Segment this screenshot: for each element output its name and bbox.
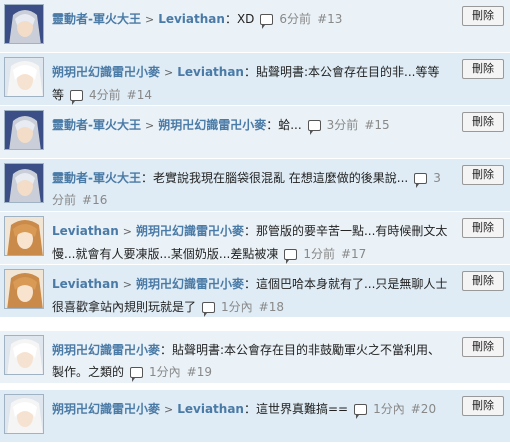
delete-button[interactable]: 刪除 bbox=[462, 271, 504, 291]
recipient-link[interactable]: 朔玥卍幻識雷卍小麥 bbox=[136, 277, 244, 291]
comment-content: Leviathan > 朔玥卍幻識雷卍小麥：那管版的要辛苦一點...有時候刪文太慢.… bbox=[52, 220, 450, 265]
avatar[interactable] bbox=[4, 335, 44, 375]
reply-arrow: > bbox=[122, 225, 132, 238]
comment-content: 朔玥卍幻識雷卍小麥 > Leviathan：這世界真難搞== 1分內 #20 bbox=[52, 398, 450, 421]
delete-button[interactable]: 刪除 bbox=[462, 337, 504, 357]
delete-button[interactable]: 刪除 bbox=[462, 218, 504, 238]
author-link[interactable]: 靈動者-軍火大王 bbox=[52, 118, 141, 132]
avatar-silver-hair-icon bbox=[5, 164, 43, 202]
comment-content: Leviathan > 朔玥卍幻識雷卍小麥：這個巴哈本身就有了...只是無聊人士很喜… bbox=[52, 273, 450, 318]
avatar-white-hair-icon bbox=[5, 336, 43, 374]
avatar[interactable] bbox=[4, 163, 44, 203]
reply-arrow: > bbox=[164, 403, 174, 416]
delete-button[interactable]: 刪除 bbox=[462, 6, 504, 26]
author-link[interactable]: 朔玥卍幻識雷卍小麥 bbox=[52, 402, 160, 416]
comment-icon[interactable] bbox=[130, 367, 144, 382]
timestamp: 1分前 bbox=[303, 247, 335, 261]
comment-content: 朔玥卍幻識雷卍小麥：貼聲明書:本公會存在目的非鼓勵軍火之不當利用、製作。之類的 1… bbox=[52, 339, 450, 383]
comment-row: 靈動者-軍火大王：老實說我現在腦袋很混亂 在想這麼做的後果說... 3分前 #16 … bbox=[0, 159, 510, 212]
timestamp: 6分前 bbox=[279, 12, 312, 26]
avatar[interactable] bbox=[4, 216, 44, 256]
author-link[interactable]: 靈動者-軍火大王 bbox=[52, 171, 141, 185]
recipient-link[interactable]: Leviathan bbox=[177, 65, 244, 79]
comment-row: 靈動者-軍火大王 > 朔玥卍幻識雷卍小麥：蛤... 3分前 #15 刪除 bbox=[0, 106, 510, 159]
recipient-link[interactable]: 朔玥卍幻識雷卍小麥 bbox=[158, 118, 266, 132]
timestamp: 1分內 bbox=[221, 300, 253, 314]
comment-icon[interactable] bbox=[202, 302, 216, 317]
comment-icon[interactable] bbox=[284, 249, 298, 264]
reply-arrow: > bbox=[164, 66, 174, 79]
comment-number: #17 bbox=[340, 247, 367, 261]
avatar-brown-hair-icon bbox=[5, 217, 43, 255]
avatar-white-hair-icon bbox=[5, 395, 43, 433]
reply-arrow: > bbox=[122, 278, 132, 291]
avatar[interactable] bbox=[4, 269, 44, 309]
comment-number: #18 bbox=[258, 300, 284, 314]
comment-number: #13 bbox=[317, 12, 343, 26]
comment-row: 朔玥卍幻識雷卍小麥 > Leviathan：這世界真難搞== 1分內 #20 刪除 bbox=[0, 390, 510, 443]
comment-content: 朔玥卍幻識雷卍小麥 > Leviathan：貼聲明書:本公會存在目的非...等等等 4… bbox=[52, 61, 450, 106]
comment-list: 靈動者-軍火大王 > Leviathan：XD 6分前 #13 刪除 朔玥卍幻識雷卍小麥… bbox=[0, 0, 510, 443]
comment-content: 靈動者-軍火大王 > Leviathan：XD 6分前 #13 bbox=[52, 8, 450, 31]
comment-row: Leviathan > 朔玥卍幻識雷卍小麥：這個巴哈本身就有了...只是無聊人士很喜… bbox=[0, 265, 510, 318]
comment-number: #14 bbox=[126, 88, 152, 102]
comment-number: #15 bbox=[364, 118, 390, 132]
comment-text: ：這世界真難搞== bbox=[243, 402, 349, 416]
avatar[interactable] bbox=[4, 394, 44, 434]
comment-row: 朔玥卍幻識雷卍小麥：貼聲明書:本公會存在目的非鼓勵軍火之不當利用、製作。之類的 1… bbox=[0, 331, 510, 384]
delete-button[interactable]: 刪除 bbox=[462, 165, 504, 185]
author-link[interactable]: 朔玥卍幻識雷卍小麥 bbox=[52, 65, 160, 79]
avatar[interactable] bbox=[4, 110, 44, 150]
comment-icon[interactable] bbox=[354, 404, 368, 419]
comment-text: ：蛤... bbox=[266, 118, 302, 132]
author-link[interactable]: 靈動者-軍火大王 bbox=[52, 12, 141, 26]
comment-text: ：老實說我現在腦袋很混亂 在想這麼做的後果說... bbox=[140, 171, 409, 185]
recipient-link[interactable]: 朔玥卍幻識雷卍小麥 bbox=[136, 224, 244, 238]
comment-row: 靈動者-軍火大王 > Leviathan：XD 6分前 #13 刪除 bbox=[0, 0, 510, 53]
timestamp: 1分內 bbox=[149, 365, 181, 379]
avatar-white-hair-icon bbox=[5, 58, 43, 96]
avatar[interactable] bbox=[4, 4, 44, 44]
author-link[interactable]: Leviathan bbox=[52, 224, 119, 238]
comment-content: 靈動者-軍火大王：老實說我現在腦袋很混亂 在想這麼做的後果說... 3分前 #16 bbox=[52, 167, 450, 211]
author-link[interactable]: Leviathan bbox=[52, 277, 119, 291]
timestamp: 3分前 bbox=[326, 118, 359, 132]
comment-icon[interactable] bbox=[414, 173, 428, 188]
avatar-silver-hair-icon bbox=[5, 111, 43, 149]
timestamp: 4分前 bbox=[89, 88, 121, 102]
recipient-link[interactable]: Leviathan bbox=[177, 402, 244, 416]
comment-icon[interactable] bbox=[70, 90, 84, 105]
comment-number: #19 bbox=[186, 365, 212, 379]
reply-arrow: > bbox=[144, 119, 155, 132]
author-link[interactable]: 朔玥卍幻識雷卍小麥 bbox=[52, 343, 160, 357]
delete-button[interactable]: 刪除 bbox=[462, 396, 504, 416]
delete-button[interactable]: 刪除 bbox=[462, 112, 504, 132]
comment-number: #16 bbox=[82, 193, 108, 207]
avatar-silver-hair-icon bbox=[5, 5, 43, 43]
avatar[interactable] bbox=[4, 57, 44, 97]
comment-content: 靈動者-軍火大王 > 朔玥卍幻識雷卍小麥：蛤... 3分前 #15 bbox=[52, 114, 450, 137]
delete-button[interactable]: 刪除 bbox=[462, 59, 504, 79]
reply-arrow: > bbox=[144, 13, 155, 26]
comment-row: Leviathan > 朔玥卍幻識雷卍小麥：那管版的要辛苦一點...有時候刪文太慢.… bbox=[0, 212, 510, 265]
comment-icon[interactable] bbox=[260, 14, 274, 29]
comment-number: #20 bbox=[410, 402, 437, 416]
recipient-link[interactable]: Leviathan bbox=[158, 12, 225, 26]
comment-text: ：XD bbox=[224, 12, 255, 26]
comment-row: 朔玥卍幻識雷卍小麥 > Leviathan：貼聲明書:本公會存在目的非...等等等 4… bbox=[0, 53, 510, 106]
comment-icon[interactable] bbox=[307, 120, 321, 135]
timestamp: 1分內 bbox=[373, 402, 405, 416]
avatar-brown-hair-icon bbox=[5, 270, 43, 308]
